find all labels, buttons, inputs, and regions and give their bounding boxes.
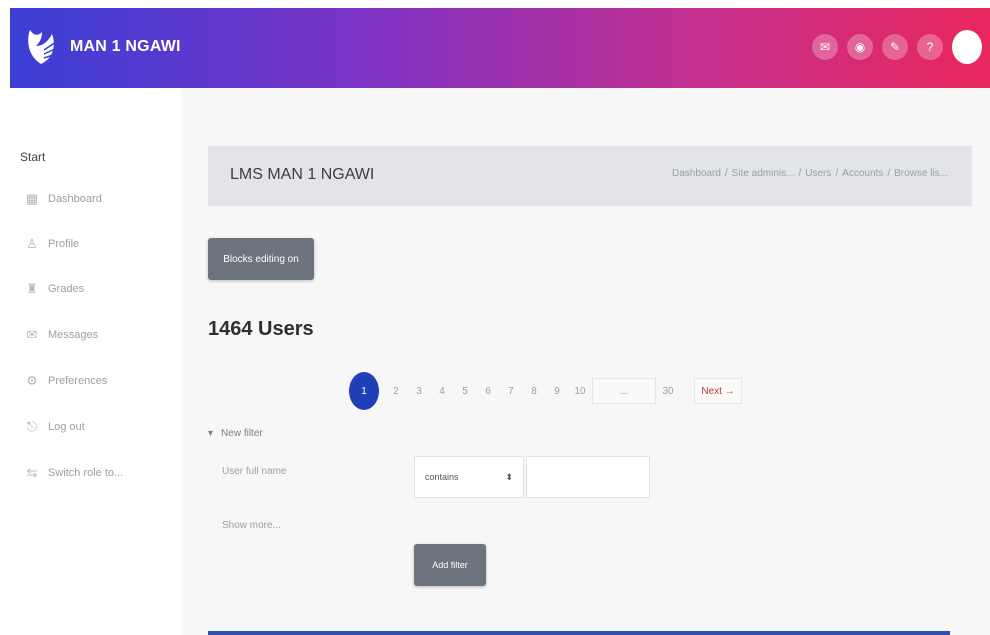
- top-navbar: MAN 1 NGAWI ✉ ◉ ✎ ?: [10, 8, 990, 88]
- add-filter-button[interactable]: Add filter: [414, 544, 486, 586]
- filter-toggle-label: New filter: [221, 428, 263, 439]
- next-page-link[interactable]: Next →: [694, 378, 742, 404]
- user-icon: ♙: [26, 236, 38, 251]
- page-link[interactable]: 2: [385, 378, 407, 404]
- pagination: 1 2 3 4 5 6 7 8 9 10 ... 30 Next →: [349, 372, 743, 410]
- header-icons: ✉ ◉ ✎ ?: [812, 30, 982, 64]
- page-link[interactable]: 8: [523, 378, 545, 404]
- sidebar-item-label: Profile: [48, 238, 80, 250]
- page-link[interactable]: 6: [477, 378, 499, 404]
- show-more-link[interactable]: Show more...: [222, 520, 281, 531]
- filter-field-label: User full name: [222, 466, 287, 477]
- sidebar-item-preferences[interactable]: ⚙ Preferences: [24, 370, 107, 392]
- sidebar-item-dashboard[interactable]: ▦ Dashboard: [24, 188, 102, 210]
- breadcrumb-item[interactable]: Dashboard: [672, 168, 721, 179]
- chat-icon[interactable]: ✉: [812, 34, 838, 60]
- sidebar-title: Start: [20, 150, 46, 164]
- help-icon[interactable]: ?: [917, 34, 943, 60]
- logo-icon[interactable]: [24, 26, 58, 68]
- sidebar-item-profile[interactable]: ♙ Profile: [24, 233, 79, 255]
- sidebar-item-label: Dashboard: [48, 193, 102, 205]
- blocks-editing-button[interactable]: Blocks editing on: [208, 238, 314, 280]
- sidebar-item-label: Preferences: [48, 375, 108, 387]
- page-link[interactable]: 10: [569, 378, 591, 404]
- chevron-down-icon: ▾: [208, 428, 214, 439]
- settings-icon: ⚙: [26, 373, 38, 388]
- breadcrumb-item[interactable]: Accounts: [842, 168, 883, 179]
- link-icon[interactable]: ✎: [882, 34, 908, 60]
- main-content: LMS MAN 1 NGAWI Dashboard / Site adminis.…: [182, 88, 990, 635]
- grid-icon: ▦: [25, 191, 39, 206]
- page-link-current[interactable]: 1: [349, 372, 379, 410]
- page-link[interactable]: 3: [408, 378, 430, 404]
- switch-role-icon: ⇆: [26, 465, 38, 480]
- sidebar-item-messages[interactable]: ✉ Messages: [24, 324, 99, 346]
- message-icon: ✉: [26, 327, 38, 342]
- brand-name[interactable]: MAN 1 NGAWI: [70, 38, 181, 56]
- users-count-heading: 1464 Users: [208, 318, 314, 340]
- page-header: LMS MAN 1 NGAWI Dashboard / Site adminis.…: [208, 146, 972, 206]
- sidebar: Start ▦ Dashboard ♙ Profile ♜ Grades ✉ M…: [0, 88, 182, 635]
- select-arrow-icon: ⬍: [505, 471, 513, 482]
- page-title: LMS MAN 1 NGAWI: [230, 166, 375, 183]
- grades-icon: ♜: [26, 281, 38, 296]
- new-filter-toggle[interactable]: ▾ New filter: [208, 428, 263, 439]
- filter-operator-select[interactable]: contains ⬍: [414, 456, 524, 498]
- sidebar-item-label: Switch role to...: [48, 467, 124, 479]
- page-ellipsis: ...: [592, 378, 656, 404]
- page-link[interactable]: 4: [431, 378, 453, 404]
- page-link[interactable]: 5: [454, 378, 476, 404]
- user-avatar[interactable]: [952, 30, 982, 64]
- breadcrumb-item[interactable]: Users: [805, 168, 831, 179]
- sidebar-item-label: Log out: [48, 421, 85, 433]
- breadcrumb-item[interactable]: Site adminis...: [732, 168, 795, 179]
- page-link[interactable]: 7: [500, 378, 522, 404]
- page-link[interactable]: 9: [546, 378, 568, 404]
- breadcrumb: Dashboard / Site adminis... / Users / Accou…: [671, 168, 948, 179]
- sidebar-item-label: Grades: [48, 283, 85, 295]
- results-table-top-edge: [208, 631, 950, 635]
- page-link-last[interactable]: 30: [657, 378, 679, 404]
- sidebar-item-grades[interactable]: ♜ Grades: [24, 278, 84, 300]
- logout-icon: ⎋: [26, 419, 38, 434]
- sidebar-item-label: Messages: [48, 329, 99, 341]
- sidebar-item-logout[interactable]: ⎋ Log out: [24, 416, 85, 438]
- breadcrumb-item[interactable]: Browse lis...: [894, 168, 948, 179]
- bell-icon[interactable]: ◉: [847, 34, 873, 60]
- filter-value-input[interactable]: [526, 456, 650, 498]
- sidebar-item-switch-role[interactable]: ⇆ Switch role to...: [24, 462, 124, 484]
- filter-select-value: contains: [425, 472, 459, 482]
